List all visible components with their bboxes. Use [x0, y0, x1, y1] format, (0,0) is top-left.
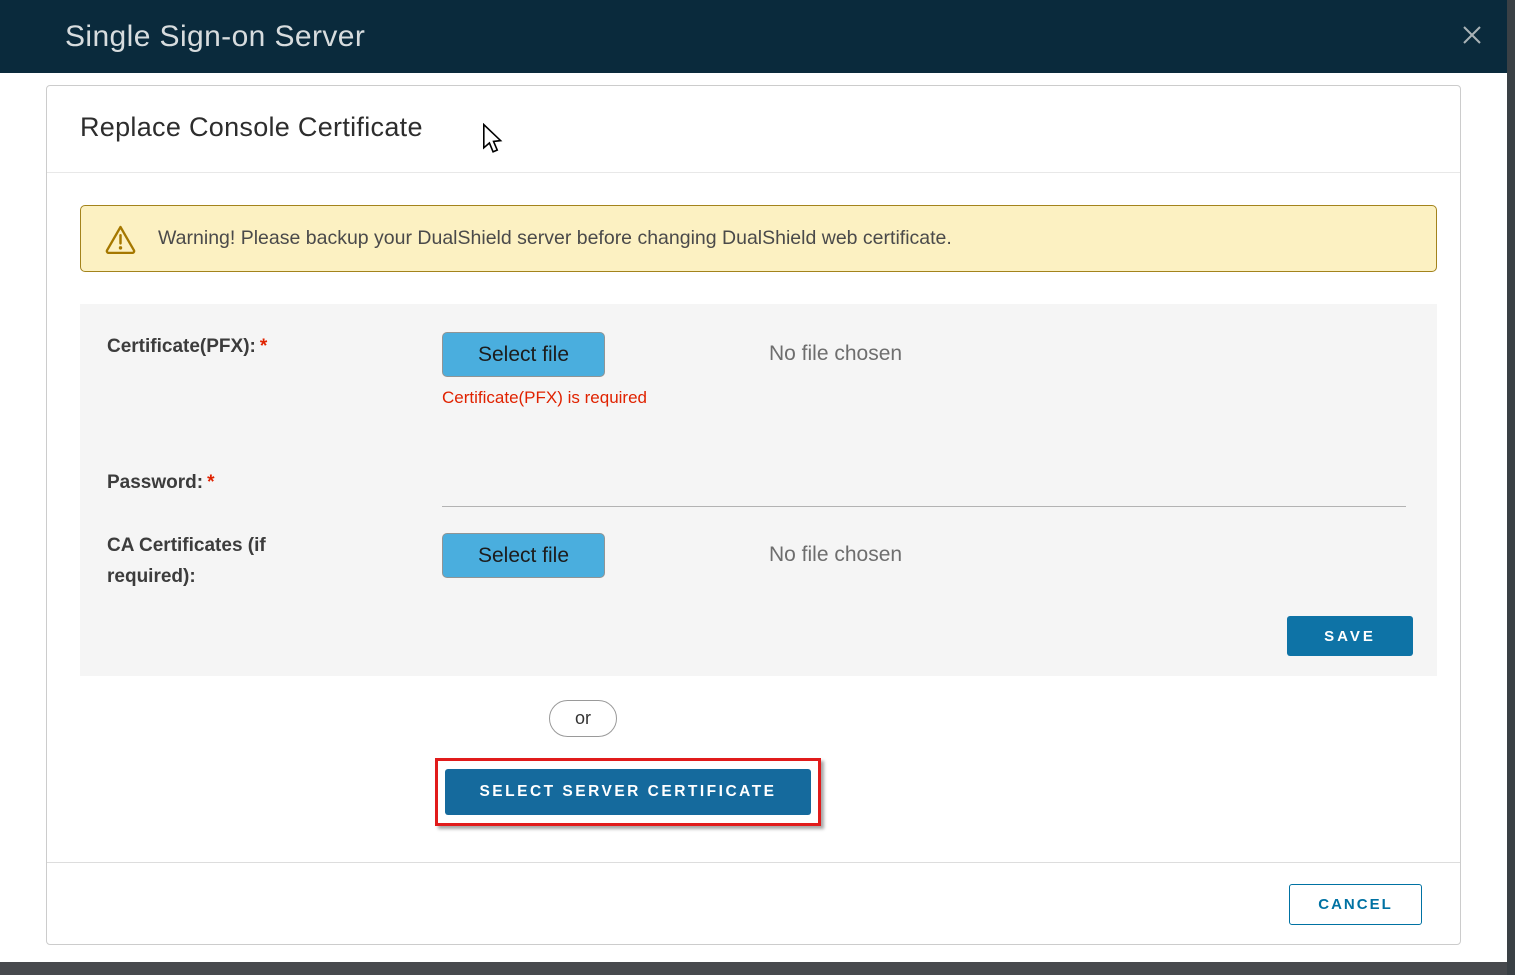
dialog-header: Replace Console Certificate [47, 86, 1460, 173]
ca-file-status: No file chosen [769, 543, 902, 567]
password-label: Password:* [107, 467, 215, 498]
certificate-pfx-label: Certificate(PFX):* [107, 331, 267, 362]
select-server-certificate-button[interactable]: SELECT SERVER CERTIFICATE [445, 769, 811, 815]
annotation-highlight-box: SELECT SERVER CERTIFICATE [435, 758, 821, 826]
certificate-form: Certificate(PFX):* Select file No file c… [80, 304, 1437, 676]
save-button[interactable]: SAVE [1287, 616, 1413, 656]
warning-text: Warning! Please backup your DualShield s… [158, 227, 952, 250]
required-asterisk: * [207, 472, 214, 493]
dialog-footer: CANCEL [47, 862, 1460, 945]
window-bottom-edge [0, 962, 1515, 975]
password-input[interactable] [442, 464, 1406, 507]
window-right-edge [1507, 0, 1515, 975]
replace-console-certificate-dialog: Replace Console Certificate Warning! Ple… [46, 85, 1461, 945]
close-icon [1457, 20, 1487, 50]
dialog-title: Replace Console Certificate [80, 112, 423, 143]
certificate-select-file-button[interactable]: Select file [442, 332, 605, 377]
cancel-button[interactable]: CANCEL [1289, 884, 1422, 925]
certificate-file-status: No file chosen [769, 342, 902, 366]
warning-icon [104, 224, 137, 254]
warning-banner: Warning! Please backup your DualShield s… [80, 205, 1437, 272]
modal-title: Single Sign-on Server [65, 20, 365, 54]
modal-titlebar: Single Sign-on Server [0, 0, 1507, 73]
close-button[interactable] [1452, 15, 1492, 55]
required-asterisk: * [260, 336, 267, 357]
or-separator: or [549, 700, 617, 737]
ca-select-file-button[interactable]: Select file [442, 533, 605, 578]
ca-certificates-label: CA Certificates (if required): [107, 530, 317, 592]
mouse-cursor [479, 123, 503, 155]
certificate-error-message: Certificate(PFX) is required [442, 388, 647, 408]
